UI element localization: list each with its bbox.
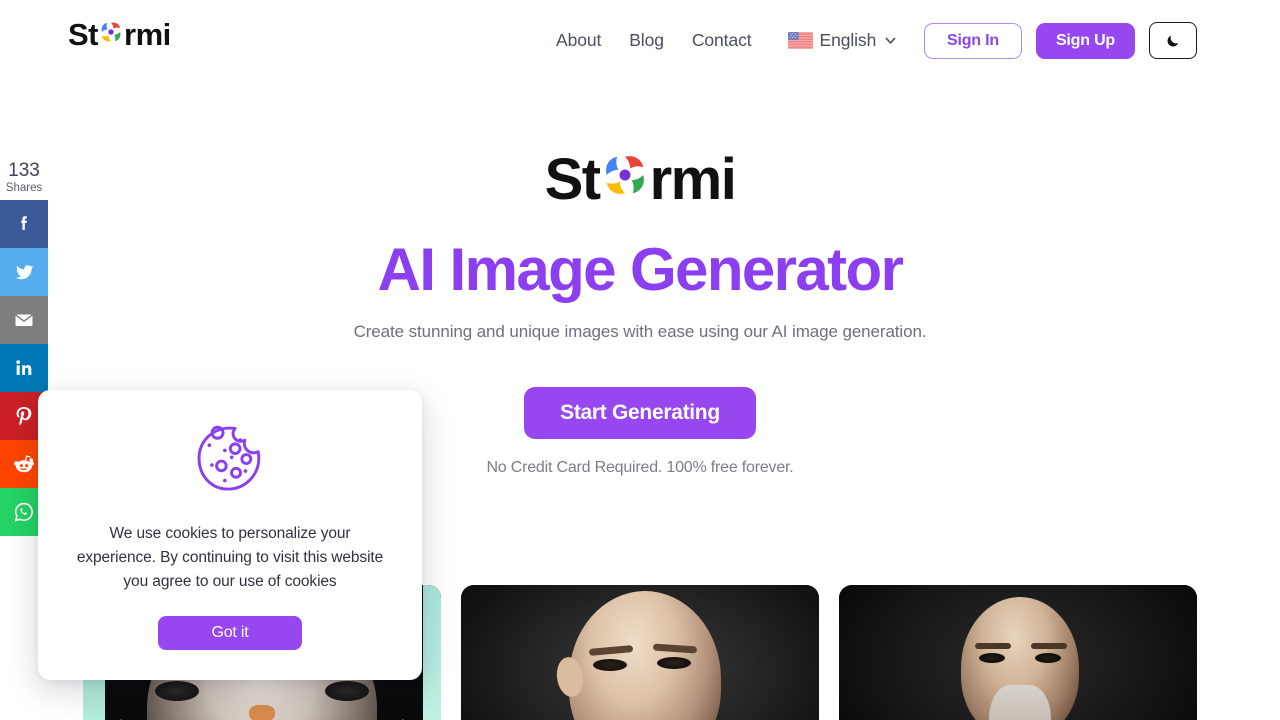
stormi-pinwheel-icon-large xyxy=(600,149,650,211)
cookie-consent-dialog: We use cookies to personalize your exper… xyxy=(38,390,422,680)
cookie-icon xyxy=(187,416,273,502)
hero-brand-text: St rmi xyxy=(544,147,737,212)
site-header: St rmi About Blog Contact English Sign I… xyxy=(0,0,1280,80)
linkedin-icon xyxy=(13,357,35,379)
gallery-image-2[interactable] xyxy=(461,585,819,720)
twitter-icon xyxy=(13,261,36,284)
page-root: St rmi About Blog Contact English Sign I… xyxy=(0,0,1280,720)
nav-link-contact[interactable]: Contact xyxy=(678,30,766,51)
main-nav: About Blog Contact English xyxy=(556,0,897,80)
gallery-image-3[interactable] xyxy=(839,585,1197,720)
page-title: AI Image Generator xyxy=(377,236,904,303)
auth-actions: Sign In Sign Up xyxy=(924,22,1197,59)
hero-subtitle: Create stunning and unique images with e… xyxy=(353,322,927,341)
language-selector[interactable]: English xyxy=(787,29,898,51)
sign-up-button[interactable]: Sign Up xyxy=(1035,22,1135,59)
share-button-linkedin[interactable] xyxy=(0,344,48,392)
pinterest-icon xyxy=(12,404,36,428)
email-icon xyxy=(12,308,36,332)
hero-logo: St rmi xyxy=(0,147,1280,212)
share-count: 133 Shares xyxy=(0,160,48,200)
share-button-facebook[interactable] xyxy=(0,200,48,248)
share-count-label: Shares xyxy=(5,182,43,194)
cookie-message: We use cookies to personalize your exper… xyxy=(76,525,384,590)
share-count-number: 133 xyxy=(8,160,40,181)
start-generating-button[interactable]: Start Generating xyxy=(524,387,756,439)
stormi-pinwheel-icon xyxy=(98,19,124,50)
gallery-image-3-art xyxy=(839,585,1197,720)
brand-logo[interactable]: St rmi xyxy=(68,16,171,52)
language-label: English xyxy=(819,29,877,50)
nav-link-about[interactable]: About xyxy=(556,30,615,51)
chevron-down-icon xyxy=(883,34,897,47)
us-flag-icon xyxy=(787,31,813,49)
dark-mode-toggle[interactable] xyxy=(1149,22,1197,59)
whatsapp-icon xyxy=(12,500,36,524)
sign-in-button[interactable]: Sign In xyxy=(924,22,1022,59)
hero-brand-before: St xyxy=(544,147,602,212)
brand-text-after: rmi xyxy=(124,16,171,52)
brand-text: St rmi xyxy=(68,19,171,50)
moon-icon xyxy=(1166,33,1181,48)
share-button-email[interactable] xyxy=(0,296,48,344)
gallery-image-2-art xyxy=(461,585,819,720)
hero-brand-after: rmi xyxy=(649,147,737,212)
reddit-icon xyxy=(12,452,36,476)
share-button-twitter[interactable] xyxy=(0,248,48,296)
cookie-accept-button[interactable]: Got it xyxy=(158,616,302,650)
facebook-icon xyxy=(13,213,35,235)
nav-link-blog[interactable]: Blog xyxy=(615,30,678,51)
brand-text-before: St xyxy=(68,16,99,52)
